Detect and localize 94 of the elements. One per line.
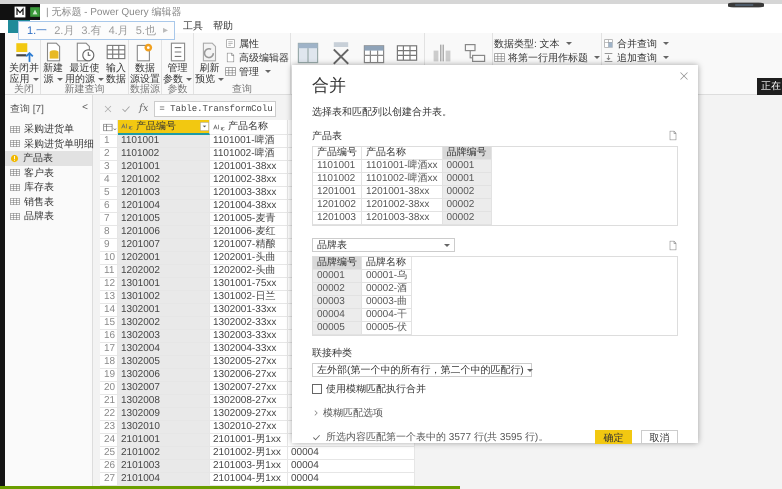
group-label: 查询: [232, 85, 252, 95]
table-cell: 1201006: [118, 226, 210, 239]
table-cell: 00002-酒: [362, 282, 412, 296]
table-cell: 1202001-头曲: [210, 252, 288, 265]
table-cell: 00004: [288, 447, 415, 460]
table-cell: 1101001-啤酒: [210, 135, 288, 148]
table-cell: 1301001-75xx: [210, 278, 288, 291]
group-label: 数据源: [130, 85, 160, 95]
table-cell: 00002: [442, 198, 492, 212]
table-cell: 1301002: [118, 291, 210, 304]
table-cell: 00002: [313, 282, 362, 296]
table-cell: 1101002: [313, 172, 362, 186]
table-cell: 00005: [313, 322, 362, 334]
group-label: 新建查询: [64, 85, 104, 95]
table-cell: 00003: [313, 296, 362, 308]
group-label: 参数: [168, 85, 188, 95]
table-cell: 1101001: [118, 135, 210, 148]
table-cell: 1201002: [118, 174, 210, 187]
table-cell: 1301001: [118, 278, 210, 291]
table-cell: 00004: [313, 308, 362, 322]
table-cell: 1302006: [118, 369, 210, 382]
table-cell: 1302001: [118, 304, 210, 317]
table-cell: 1201001-38xx: [210, 161, 288, 174]
table-cell: 1302009-27xx: [210, 408, 288, 421]
table-cell: 1202002-头曲: [210, 265, 288, 278]
table-cell: 1201002-38xx: [210, 174, 288, 187]
table-cell: 1302002-33xx: [210, 317, 288, 330]
dialog-title: 合并: [312, 75, 347, 97]
table-cell: 1201002: [313, 198, 362, 212]
table-cell: 1302010: [118, 421, 210, 434]
table-cell: 1302005-27xx: [210, 356, 288, 369]
status-message: 所选内容匹配第一个表中的 3577 行(共 3595 行)。: [326, 430, 548, 444]
table-cell: 1101002-啤酒: [210, 148, 288, 161]
table-cell: 1202002: [118, 265, 210, 278]
table-cell: 1302001-33xx: [210, 304, 288, 317]
table-cell: 1101002-啤酒xx: [362, 172, 442, 186]
table-cell: 00001: [442, 160, 492, 172]
table-cell: 1302004-33xx: [210, 343, 288, 356]
table-cell: 2101003: [118, 460, 210, 473]
table-cell: 00004-干: [362, 308, 412, 322]
table-cell: 00002: [442, 186, 492, 198]
table-cell: 00002: [442, 212, 492, 224]
table-cell: 1201004-38xx: [210, 200, 288, 213]
table-cell: 1302009: [118, 408, 210, 421]
table-cell: 1101001: [313, 160, 362, 172]
table-cell: 1201006-麦红: [210, 226, 288, 239]
checkbox-label: 使用模糊匹配执行合并: [326, 382, 426, 396]
table-cell: 1201002-38xx: [362, 198, 442, 212]
table-cell: 2101001-男1xx: [210, 434, 288, 447]
table-cell: 1202001: [118, 252, 210, 265]
table-cell: 1101001-啤酒xx: [362, 160, 442, 172]
table-cell: 1302003: [118, 330, 210, 343]
table-cell: 1302008: [118, 395, 210, 408]
table-cell: 1302007: [118, 382, 210, 395]
table-cell: 1201005: [118, 213, 210, 226]
table-cell: 1201005-麦青: [210, 213, 288, 226]
table-cell: 00001: [313, 270, 362, 282]
table-cell: 1301002-日兰: [210, 291, 288, 304]
table-cell: 1101002: [118, 148, 210, 161]
table-cell: 00004: [288, 460, 415, 473]
table-cell: 1201003-38xx: [210, 187, 288, 200]
tooltip: 正在: [757, 78, 782, 95]
table-cell: 00005-伏: [362, 322, 412, 334]
table-cell: 1201003: [313, 212, 362, 224]
table-cell: 00003-曲: [362, 296, 412, 308]
window-title: | 无标题 - Power Query 编辑器: [46, 6, 182, 19]
field-label: 联接种类: [312, 348, 353, 360]
table-cell: 1201003-38xx: [362, 212, 442, 224]
table-cell: 1201003: [118, 187, 210, 200]
table-cell: 1201001: [118, 161, 210, 174]
table-cell: 1201004: [118, 200, 210, 213]
table-cell: 1302010-27xx: [210, 421, 288, 434]
table-cell: 1302006-27xx: [210, 369, 288, 382]
table-cell: 1201007: [118, 239, 210, 252]
table-cell: 00001: [442, 172, 492, 186]
table-cell: 1302002: [118, 317, 210, 330]
table-cell: 1201001-38xx: [362, 186, 442, 198]
table-cell: 2101003-男1xx: [210, 460, 288, 473]
dialog-description: 选择表和匹配列以创建合并表。: [312, 107, 453, 119]
table-cell: 1201001: [313, 186, 362, 198]
table-cell: 2101002: [118, 447, 210, 460]
table-cell: 1201007-精酿: [210, 239, 288, 252]
table-cell: 1302008-27xx: [210, 395, 288, 408]
table-cell: 1302007-27xx: [210, 382, 288, 395]
group-label: 关闭: [14, 85, 34, 95]
table-label: 产品表: [312, 130, 342, 142]
table-cell: 1302003-33xx: [210, 330, 288, 343]
table-cell: 2101002-男1xx: [210, 447, 288, 460]
pane-title: 查询 [7]: [10, 102, 44, 116]
table-cell: 1302005: [118, 356, 210, 369]
table-cell: 1302004: [118, 343, 210, 356]
table-cell: 00001-乌: [362, 270, 412, 282]
table-cell: 2101004: [118, 473, 210, 486]
table-cell: 2101001: [118, 434, 210, 447]
